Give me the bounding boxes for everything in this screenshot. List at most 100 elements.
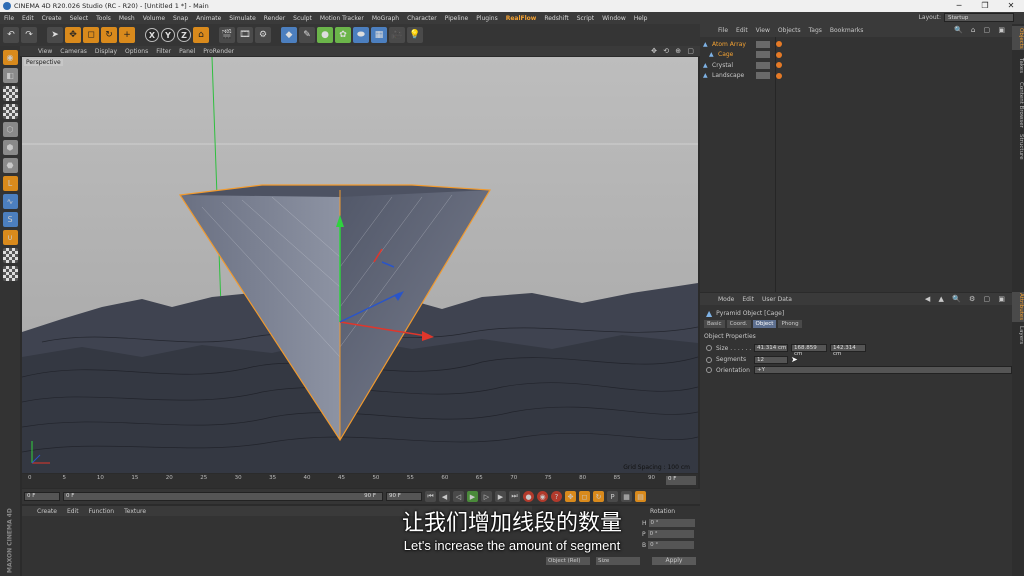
polygons-mode-icon[interactable]: ⬣ [2,158,18,173]
orientation-animate-icon[interactable] [706,367,712,373]
visibility-toggle-icon[interactable] [756,61,770,69]
menu-simulate[interactable]: Simulate [225,15,260,22]
size-z-field[interactable]: 142.314 cm [830,344,866,357]
viewport-menu-filter[interactable]: Filter [152,48,175,55]
menu-pipeline[interactable]: Pipeline [441,15,472,22]
object-name[interactable]: Landscape [712,72,744,79]
viewport-menu-panel[interactable]: Panel [175,48,199,55]
menu-plugins[interactable]: Plugins [472,15,502,22]
material-tag-icon[interactable] [776,41,782,47]
model-mode-icon[interactable]: ◧ [2,68,18,83]
object-row[interactable]: ▲ Crystal [700,60,1012,70]
viewport-menu-display[interactable]: Display [91,48,121,55]
apply-button[interactable]: Apply [652,557,696,565]
object-name[interactable]: Cage [718,51,733,58]
3d-viewport[interactable]: Perspective Grid Spacing : 100 cm [22,57,698,473]
timeline-end-field[interactable]: 0 F [666,476,696,485]
deformer-icon[interactable]: ⬬ [353,27,369,43]
next-key-icon[interactable]: ▶ [495,491,506,502]
attribute-menu-mode[interactable]: Mode [714,296,738,303]
segments-field[interactable]: 12 [754,355,788,364]
subdivision-icon[interactable]: ● [317,27,333,43]
symmetry-icon[interactable] [2,266,18,281]
timeline-window-icon[interactable]: ▤ [635,491,646,502]
object-menu-tags[interactable]: Tags [805,27,826,34]
points-mode-icon[interactable]: ⬡ [2,122,18,137]
render-picture-viewer-icon[interactable]: 🎞 [237,27,253,43]
start-frame-field[interactable]: 0 F [24,492,60,501]
object-name[interactable]: Atom Array [712,41,746,48]
menu-character[interactable]: Character [403,15,441,22]
visibility-toggle-icon[interactable] [756,72,770,79]
cube-primitive-icon[interactable]: ◆ [281,27,297,43]
go-to-start-icon[interactable]: ⏮ [425,491,436,502]
rotate-tool-icon[interactable]: ↻ [101,27,117,43]
go-to-end-icon[interactable]: ⏭ [509,491,520,502]
x-axis-lock-button[interactable]: X [145,28,159,42]
attribute-tab-object[interactable]: Object [752,320,777,328]
menu-edit[interactable]: Edit [18,15,38,22]
viewport-menu-cameras[interactable]: Cameras [56,48,91,55]
material-tag-icon[interactable] [776,72,782,79]
maximize-button[interactable]: ❐ [972,0,998,12]
object-row[interactable]: ▲ Landscape [700,71,1012,81]
attribute-tab-basic[interactable]: Basic [704,320,725,328]
menu-volume[interactable]: Volume [139,15,169,22]
camera-icon[interactable]: 🎥 [389,27,405,43]
add-tool-icon[interactable]: + [119,27,135,43]
object-name[interactable]: Crystal [712,62,733,69]
menu-animate[interactable]: Animate [192,15,225,22]
viewport-navigation-icons[interactable]: ✥ ⟲ ⊕ ▢ [651,47,696,55]
z-axis-lock-button[interactable]: Z [177,28,191,42]
viewport-menu-prorender[interactable]: ProRender [199,48,238,55]
redo-icon[interactable]: ↷ [21,27,37,43]
record-scale-icon[interactable]: ◻ [579,491,590,502]
coordinate-system-icon[interactable]: ⌂ [193,27,209,43]
timeline-ruler[interactable]: 0 F 0 5 10 15 20 25 30 35 40 45 50 55 60 65 70 75 80 85 90 [22,474,698,488]
side-tab-layers[interactable]: Layers [1012,324,1024,346]
visibility-toggle-icon[interactable] [756,40,770,48]
side-tab-takes[interactable]: Takes [1012,54,1024,78]
menu-mograph[interactable]: MoGraph [368,15,403,22]
size-mode-dropdown[interactable]: Size [596,557,640,565]
workplane-icon[interactable] [2,104,18,119]
keyframe-selection-icon[interactable]: ? [551,491,562,502]
menu-help[interactable]: Help [630,15,652,22]
menu-create[interactable]: Create [38,15,66,22]
menu-sculpt[interactable]: Sculpt [289,15,316,22]
make-editable-icon[interactable]: ◉ [2,50,18,65]
light-icon[interactable]: 💡 [407,27,423,43]
object-menu-bookmarks[interactable]: Bookmarks [826,27,868,34]
menu-motion-tracker[interactable]: Motion Tracker [316,15,368,22]
floor-icon[interactable]: ▦ [371,27,387,43]
size-x-field[interactable]: 41.314 cm [754,344,788,352]
record-parameter-icon[interactable]: P [607,491,618,502]
object-menu-objects[interactable]: Objects [774,27,805,34]
snap-icon[interactable]: S [2,212,18,227]
point-level-animation-icon[interactable]: ▦ [621,491,632,502]
autokey-icon[interactable]: ◉ [537,491,548,502]
menu-window[interactable]: Window [598,15,630,22]
menu-mesh[interactable]: Mesh [115,15,139,22]
object-menu-file[interactable]: File [714,27,732,34]
previous-frame-icon[interactable]: ◁ [453,491,464,502]
visibility-toggle-icon[interactable] [756,51,770,58]
attribute-tab-coord[interactable]: Coord. [726,320,751,328]
frame-range-slider[interactable]: 0 F 90 F [63,492,383,501]
select-arrow-icon[interactable]: ➤ [47,27,63,43]
move-tool-icon[interactable]: ✥ [65,27,81,43]
attribute-tab-phong[interactable]: Phong [778,320,802,328]
viewport-menu-options[interactable]: Options [121,48,152,55]
scale-tool-icon[interactable]: ◻ [83,27,99,43]
render-view-icon[interactable]: 🎬 [219,27,235,43]
menu-script[interactable]: Script [573,15,598,22]
y-axis-lock-button[interactable]: Y [161,28,175,42]
array-generator-icon[interactable]: ✿ [335,27,351,43]
object-menu-view[interactable]: View [752,27,774,34]
previous-key-icon[interactable]: ◀ [439,491,450,502]
tweak-mode-icon[interactable]: ∿ [2,194,18,209]
side-tab-objects[interactable]: Objects [1012,26,1024,50]
segments-animate-icon[interactable] [706,356,712,363]
magnet-icon[interactable]: ∪ [2,230,18,245]
side-tab-attributes[interactable]: Attributes [1012,292,1024,322]
